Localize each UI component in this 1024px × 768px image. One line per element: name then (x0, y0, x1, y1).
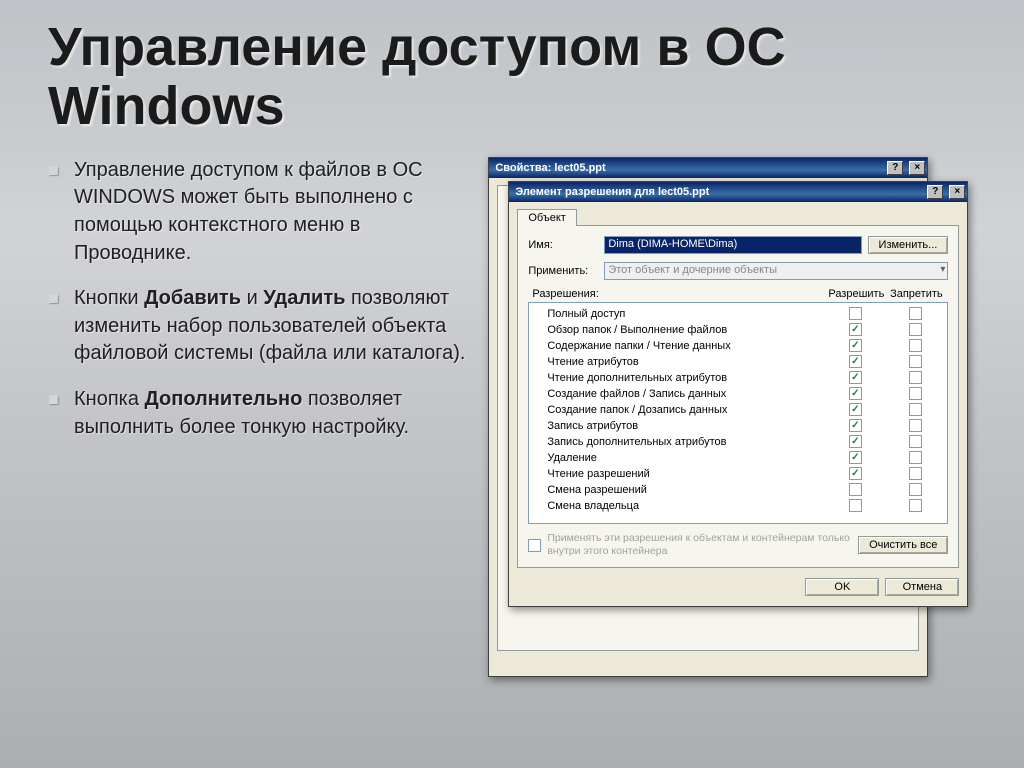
bullet-list: Управление доступом к файлов в ОС WINDOW… (48, 157, 476, 459)
allow-checkbox[interactable] (849, 467, 862, 480)
deny-checkbox[interactable] (909, 483, 922, 496)
deny-checkbox[interactable] (909, 435, 922, 448)
deny-checkbox[interactable] (909, 323, 922, 336)
permission-name: Полный доступ (547, 308, 825, 320)
allow-checkbox[interactable] (849, 499, 862, 512)
properties-title: Свойства: lect05.ppt (495, 162, 605, 174)
b2-mid: и (241, 287, 263, 309)
b3-bold: Дополнительно (145, 388, 303, 410)
permission-row: Запись дополнительных атрибутов (547, 434, 945, 450)
close-icon[interactable]: × (909, 161, 925, 175)
permission-name: Чтение дополнительных атрибутов (547, 372, 825, 384)
bullet-2: Кнопки Добавить и Удалить позволяют изме… (48, 285, 476, 368)
permission-row: Полный доступ (547, 306, 945, 322)
allow-checkbox[interactable] (849, 403, 862, 416)
allow-checkbox[interactable] (849, 419, 862, 432)
allow-checkbox[interactable] (849, 307, 862, 320)
permission-name: Запись атрибутов (547, 420, 825, 432)
b2-bold-2: Удалить (263, 287, 345, 309)
permission-row: Чтение дополнительных атрибутов (547, 370, 945, 386)
permissions-list[interactable]: Полный доступ Обзор папок / Выполнение фа… (528, 302, 948, 524)
permission-row: Обзор папок / Выполнение файлов (547, 322, 945, 338)
slide-title: Управление доступом в ОС Windows (0, 0, 1024, 143)
permission-name: Чтение атрибутов (547, 356, 825, 368)
b2-bold-1: Добавить (144, 287, 241, 309)
permission-row: Чтение разрешений (547, 466, 945, 482)
permission-name: Запись дополнительных атрибутов (547, 436, 825, 448)
deny-checkbox[interactable] (909, 371, 922, 384)
apply-only-checkbox[interactable] (528, 539, 541, 552)
allow-checkbox[interactable] (849, 355, 862, 368)
deny-checkbox[interactable] (909, 387, 922, 400)
allow-checkbox[interactable] (849, 387, 862, 400)
bullet-1-text: Управление доступом к файлов в ОС WINDOW… (74, 159, 423, 264)
deny-checkbox[interactable] (909, 499, 922, 512)
permission-row: Создание файлов / Запись данных (547, 386, 945, 402)
deny-checkbox[interactable] (909, 451, 922, 464)
permission-name: Удаление (547, 452, 825, 464)
apply-dropdown[interactable]: Этот объект и дочерние объекты (604, 262, 948, 280)
window-permission-entry: Элемент разрешения для lect05.ppt ? × Об… (508, 181, 968, 607)
permission-name: Создание папок / Дозапись данных (547, 404, 825, 416)
close-icon[interactable]: × (949, 185, 965, 199)
permission-name: Смена владельца (547, 500, 825, 512)
permission-row: Запись атрибутов (547, 418, 945, 434)
name-field[interactable]: Dima (DIMA-HOME\Dima) (604, 236, 861, 254)
permission-name: Содержание папки / Чтение данных (547, 340, 825, 352)
permission-row: Удаление (547, 450, 945, 466)
deny-checkbox[interactable] (909, 467, 922, 480)
col-deny: Запретить (886, 288, 946, 300)
deny-checkbox[interactable] (909, 307, 922, 320)
change-button[interactable]: Изменить... (868, 236, 949, 254)
allow-checkbox[interactable] (849, 339, 862, 352)
permission-row: Смена владельца (547, 498, 945, 514)
b3-a: Кнопка (74, 388, 145, 410)
permission-row: Смена разрешений (547, 482, 945, 498)
apply-only-note: Применять эти разрешения к объектам и ко… (547, 532, 852, 559)
permission-name: Смена разрешений (547, 484, 825, 496)
b2-a: Кнопки (74, 287, 144, 309)
permission-title: Элемент разрешения для lect05.ppt (515, 186, 709, 198)
permission-name: Чтение разрешений (547, 468, 825, 480)
allow-checkbox[interactable] (849, 451, 862, 464)
deny-checkbox[interactable] (909, 403, 922, 416)
permission-name: Создание файлов / Запись данных (547, 388, 825, 400)
allow-checkbox[interactable] (849, 435, 862, 448)
permission-row: Создание папок / Дозапись данных (547, 402, 945, 418)
help-icon[interactable]: ? (887, 161, 903, 175)
properties-titlebar[interactable]: Свойства: lect05.ppt ? × (489, 158, 927, 178)
permission-row: Чтение атрибутов (547, 354, 945, 370)
permission-titlebar[interactable]: Элемент разрешения для lect05.ppt ? × (509, 182, 967, 202)
deny-checkbox[interactable] (909, 355, 922, 368)
allow-checkbox[interactable] (849, 483, 862, 496)
bullet-1: Управление доступом к файлов в ОС WINDOW… (48, 157, 476, 267)
allow-checkbox[interactable] (849, 323, 862, 336)
permissions-header: Разрешения: (532, 288, 826, 300)
permission-row: Содержание папки / Чтение данных (547, 338, 945, 354)
permission-name: Обзор папок / Выполнение файлов (547, 324, 825, 336)
ok-button[interactable]: OK (805, 578, 879, 596)
col-allow: Разрешить (826, 288, 886, 300)
deny-checkbox[interactable] (909, 339, 922, 352)
cancel-button[interactable]: Отмена (885, 578, 959, 596)
tab-object[interactable]: Объект (517, 209, 576, 226)
clear-all-button[interactable]: Очистить все (858, 536, 948, 554)
deny-checkbox[interactable] (909, 419, 922, 432)
help-icon[interactable]: ? (927, 185, 943, 199)
apply-label: Применить: (528, 265, 598, 277)
allow-checkbox[interactable] (849, 371, 862, 384)
name-label: Имя: (528, 239, 598, 251)
bullet-3: Кнопка Дополнительно позволяет выполнить… (48, 386, 476, 441)
